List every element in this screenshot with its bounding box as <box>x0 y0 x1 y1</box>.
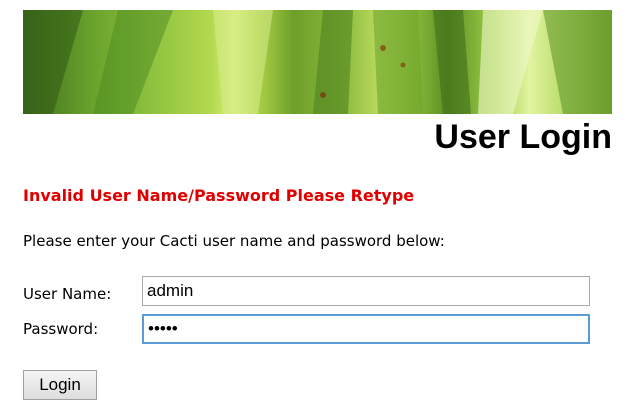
password-label: Password: <box>23 320 99 338</box>
username-label: User Name: <box>23 285 112 303</box>
banner-image <box>23 10 612 114</box>
username-input[interactable] <box>142 276 590 306</box>
error-message: Invalid User Name/Password Please Retype <box>23 186 415 205</box>
instructions-text: Please enter your Cacti user name and pa… <box>23 232 445 250</box>
login-button[interactable]: Login <box>23 370 97 400</box>
page-title: User Login <box>434 118 612 156</box>
login-page: User Login Invalid User Name/Password Pl… <box>0 0 630 413</box>
password-input[interactable] <box>142 314 590 344</box>
leaf-artwork <box>23 10 612 114</box>
